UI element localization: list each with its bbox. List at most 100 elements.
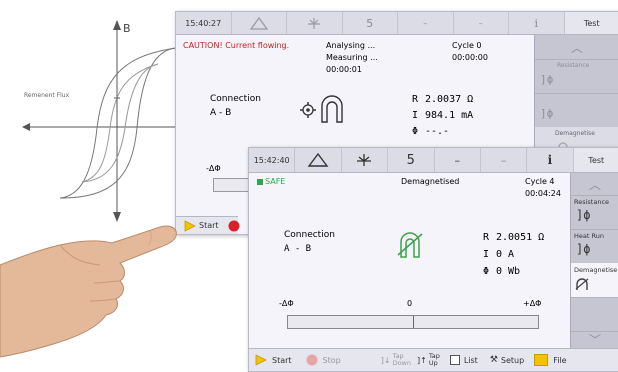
back-test-tab[interactable]: Test (565, 12, 618, 34)
back-i-value: 984.1 mA (425, 110, 473, 121)
back-sidebar-scroll-up[interactable]: ︿ (535, 35, 618, 60)
inner-loop-upper (82, 64, 158, 182)
front-sidebar-heat-run-label: Heat Run (574, 232, 604, 240)
back-cycle-label: Cycle 0 (452, 41, 482, 50)
back-connection-value: A - B (210, 108, 231, 118)
pointing-hand-image (0, 205, 200, 370)
stop-icon (228, 220, 240, 232)
magnet-activity-icon (299, 90, 349, 126)
front-sidebar-scroll-up[interactable]: ︿ (571, 173, 618, 196)
back-info-button[interactable]: i (509, 12, 565, 34)
front-screen: 15:42:40 5 – – i Test SAFE Demagnetised … (248, 147, 618, 372)
b-axis-label: B (123, 22, 131, 35)
start-button[interactable]: Start (255, 354, 292, 366)
front-connection-button[interactable] (342, 148, 388, 172)
front-sidebar-resistance[interactable]: Resistance ]ϕ (571, 195, 618, 230)
back-r-value: 2.0037 Ω (425, 94, 473, 105)
resistance-icon: ]ϕ (540, 73, 553, 86)
tap-up-icon: ]↑ (417, 356, 427, 365)
front-test-tab[interactable]: Test (574, 148, 618, 172)
front-cycle-label: Cycle 4 (525, 177, 555, 186)
front-i-value: 0 A (496, 249, 514, 260)
list-icon (450, 355, 460, 365)
front-sidebar-blank[interactable] (571, 297, 618, 332)
axis-zero: 0 (407, 299, 412, 308)
warning-triangle-icon (249, 16, 269, 31)
start-label: Start (272, 356, 292, 365)
stop-icon (306, 354, 318, 366)
play-icon (255, 354, 267, 366)
back-sidebar-resistance[interactable]: Resistance ]ϕ (535, 59, 618, 94)
tap-up-sub: Up (429, 359, 438, 367)
back-status-2: Measuring ... (326, 53, 378, 62)
file-button[interactable]: File (534, 354, 566, 366)
back-connection-button[interactable] (287, 12, 343, 34)
setup-button[interactable]: ⚒ Setup (490, 355, 524, 365)
back-dash-button-1[interactable]: – (398, 12, 454, 34)
front-i-label: I (483, 249, 489, 260)
list-button[interactable]: List (450, 355, 478, 365)
back-i-label: I (412, 110, 418, 121)
chevron-down-icon[interactable]: ﹀ (571, 331, 618, 349)
back-sidebar-resistance-label: Resistance (557, 62, 589, 69)
front-sidebar: ︿ Resistance ]ϕ Heat Run ]ϕ Demagnetise … (570, 173, 618, 349)
back-connection-label: Connection (210, 94, 261, 104)
axis-plus-delta-phi: +ΔΦ (523, 299, 541, 308)
back-sidebar-heat-run[interactable]: ]ϕ (535, 93, 618, 128)
back-cycle-time: 00:00:00 (452, 53, 488, 62)
back-value-button[interactable]: 5 (343, 12, 399, 34)
demagnetise-icon (575, 277, 589, 291)
wrench-icon: ⚒ (490, 355, 498, 365)
front-dash-button-2[interactable]: – (481, 148, 527, 172)
setup-label: Setup (501, 356, 524, 365)
axis-minus-delta-phi: -ΔΦ (279, 299, 294, 308)
demagnetised-magnet-icon (395, 230, 425, 260)
front-cycle-time: 00:04:24 (525, 189, 561, 198)
tap-up-button[interactable]: ]↑ Tap Up (417, 353, 440, 367)
back-dash-button-2[interactable]: – (454, 12, 510, 34)
front-r-label: R (483, 232, 489, 243)
back-phi-value: --.- (425, 126, 449, 137)
front-bottombar: Start Stop ]↓ Tap Down ]↑ Tap Up List ⚒ (249, 348, 618, 371)
folder-icon (534, 354, 548, 366)
remanent-flux-label: Remenent Flux (24, 92, 69, 99)
front-sidebar-demagnetise[interactable]: Demagnetise (571, 263, 618, 298)
tap-down-button[interactable]: ]↓ Tap Down (381, 353, 411, 367)
back-sidebar-demag-label: Demagnetise (555, 130, 595, 137)
front-phi-value: 0 Wb (496, 266, 520, 277)
front-info-button[interactable]: i (527, 148, 573, 172)
back-axis-left: -ΔΦ (206, 164, 221, 173)
back-phi-label: Φ (412, 126, 418, 137)
list-label: List (464, 356, 478, 365)
back-topbar: 15:40:27 5 – – i Test (176, 12, 618, 35)
safe-indicator-icon (257, 179, 263, 185)
front-r-value: 2.0051 Ω (496, 232, 544, 243)
front-value-button[interactable]: 5 (388, 148, 434, 172)
front-state: Demagnetised (401, 177, 459, 186)
front-dash-button-1[interactable]: – (435, 148, 481, 172)
b-axis-arrow (113, 20, 121, 30)
resistance-icon: ]ϕ (576, 208, 590, 222)
front-connection-label: Connection (284, 230, 335, 240)
heat-run-icon: ]ϕ (576, 242, 590, 256)
back-r-label: R (412, 94, 418, 105)
caution-message: CAUTION! Current flowing. (183, 41, 289, 50)
stop-label: Stop (323, 356, 341, 365)
heat-run-icon: ]ϕ (540, 107, 553, 120)
connection-icon (305, 16, 323, 31)
back-clock: 15:40:27 (176, 12, 232, 34)
front-warning-button[interactable] (295, 148, 341, 172)
front-connection-value: A - B (284, 244, 311, 254)
tap-down-icon: ]↓ (381, 356, 391, 365)
stop-button[interactable]: Stop (306, 354, 341, 366)
safe-status: SAFE (265, 177, 285, 186)
front-phi-label: Φ (483, 266, 489, 277)
front-sidebar-heat-run[interactable]: Heat Run ]ϕ (571, 229, 618, 264)
connection-icon (354, 152, 374, 168)
back-start-button[interactable]: Start (199, 221, 219, 230)
back-warning-button[interactable] (232, 12, 288, 34)
inner-loop-lower (82, 64, 158, 182)
warning-triangle-icon (307, 152, 329, 168)
outer-loop-lower (60, 48, 176, 198)
flux-progress-bar (287, 315, 539, 329)
